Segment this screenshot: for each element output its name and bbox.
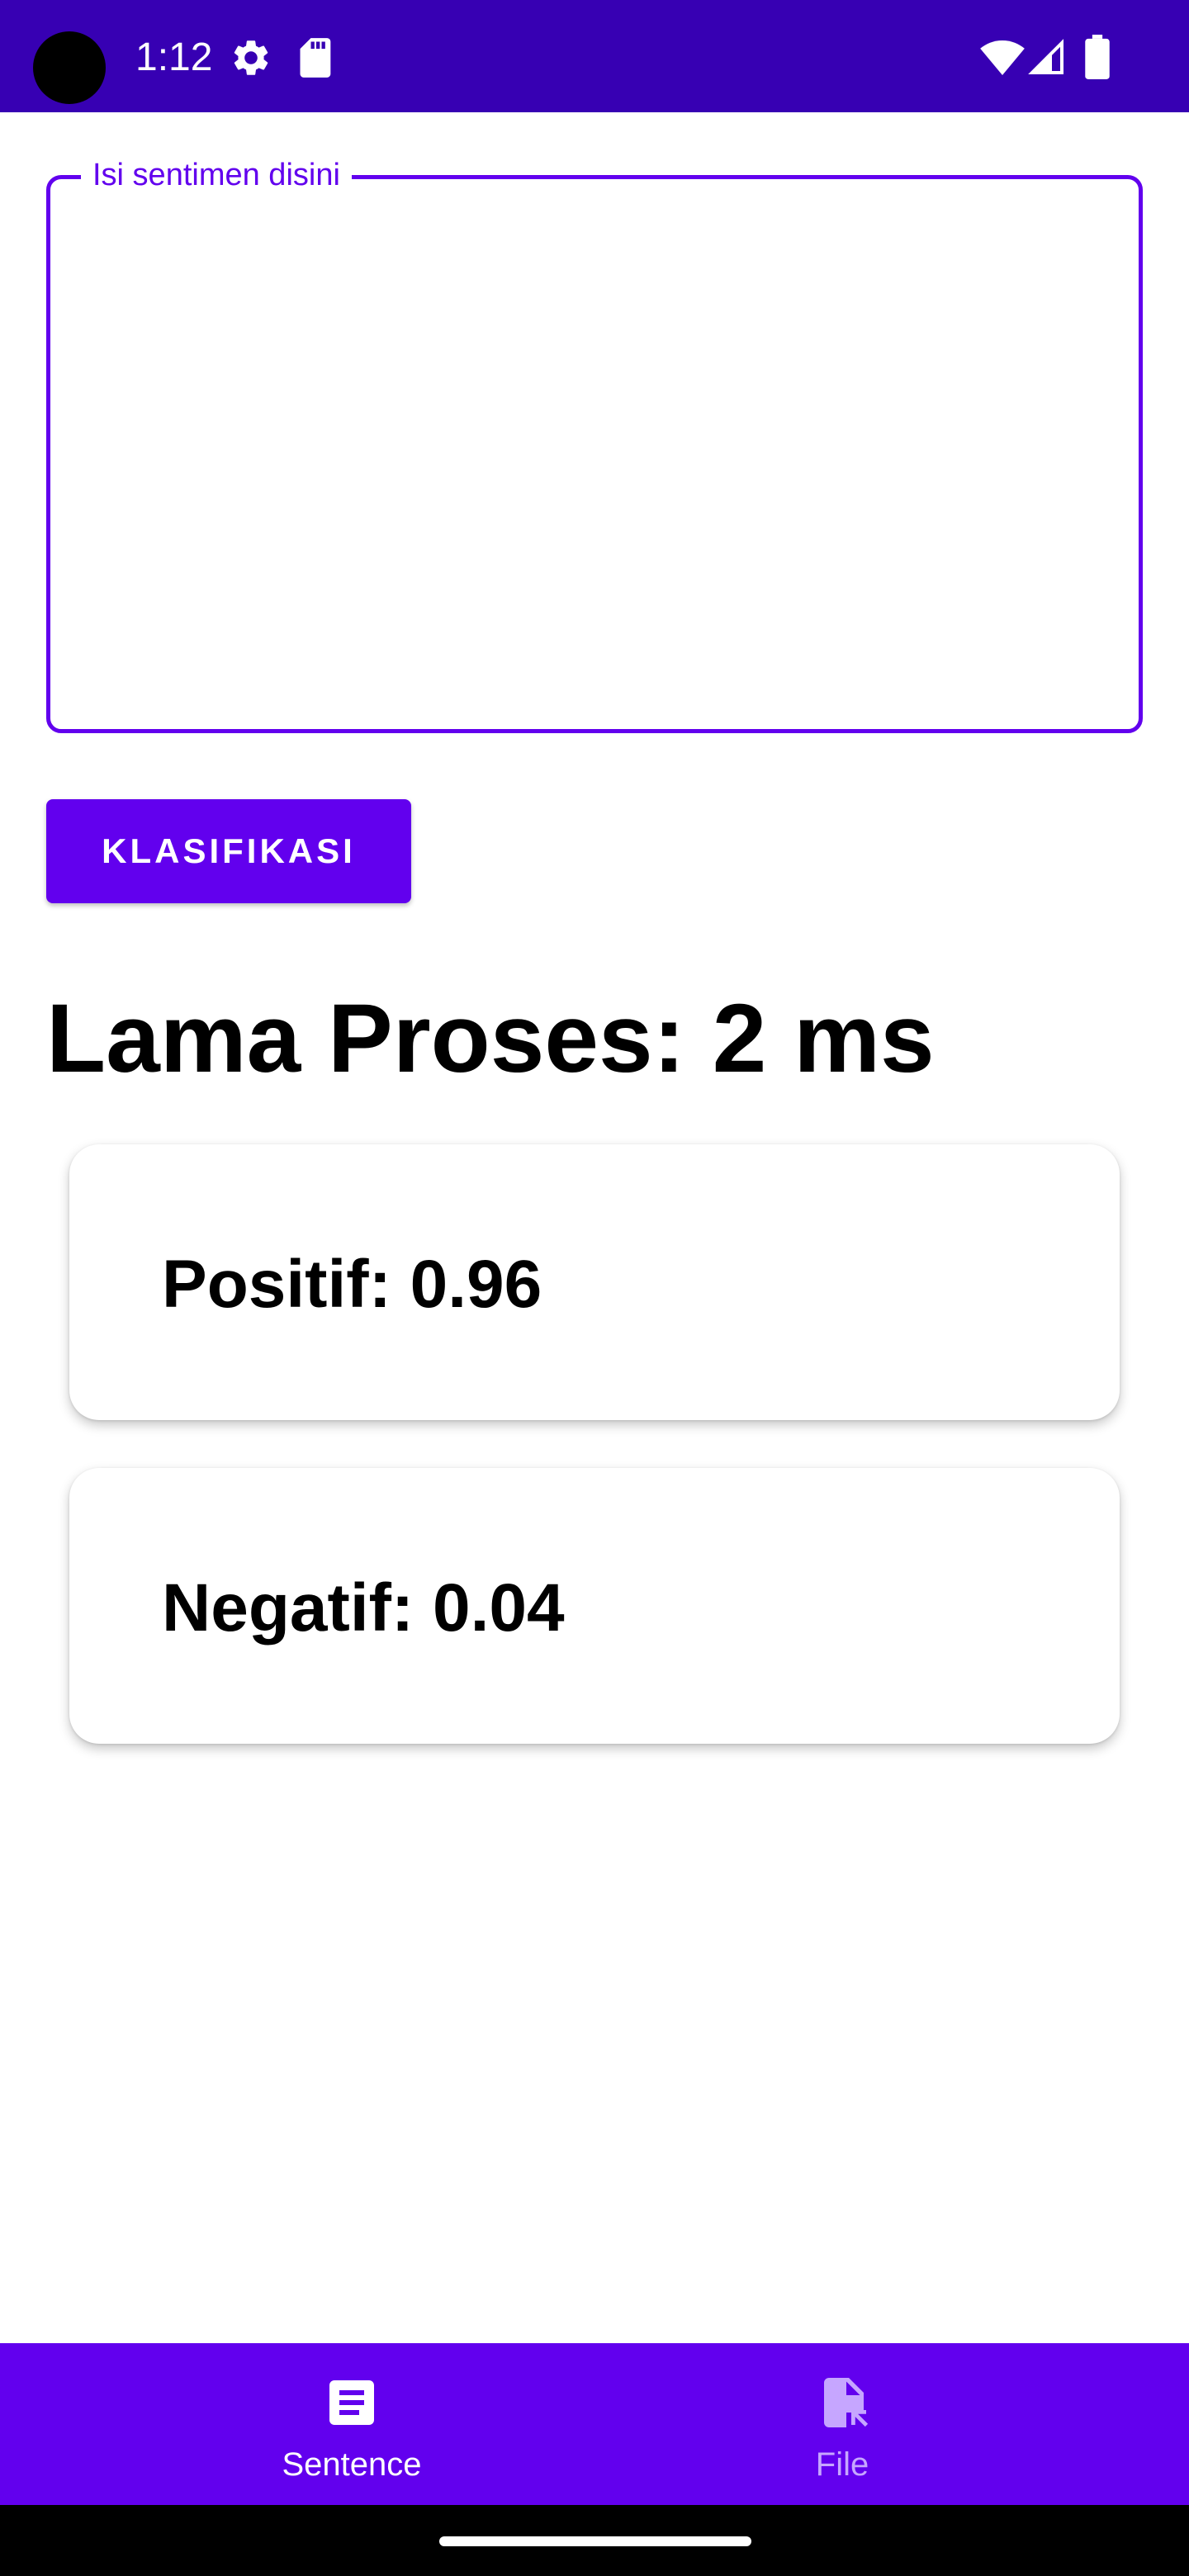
positive-score: Positif: 0.96 (162, 1247, 542, 1322)
document-text-icon (329, 2380, 374, 2425)
nav-item-file[interactable]: File (594, 2343, 1189, 2505)
status-time: 1:12 (135, 36, 213, 79)
bottom-navigation: Sentence File (0, 2343, 1189, 2505)
file-upload-icon (824, 2378, 869, 2427)
nav-item-sentence[interactable]: Sentence (0, 2343, 594, 2505)
negative-result-card: Negatif: 0.04 (69, 1468, 1120, 1744)
status-bar: 1:12 (0, 0, 1189, 112)
wifi-icon (980, 40, 1025, 75)
settings-icon (234, 40, 268, 75)
positive-result-card: Positif: 0.96 (69, 1144, 1120, 1420)
sentiment-input-label: Isi sentimen disini (81, 159, 352, 192)
negative-score: Negatif: 0.04 (162, 1570, 565, 1646)
sentiment-input[interactable] (70, 212, 1122, 711)
sentiment-input-field[interactable] (46, 175, 1143, 733)
sd-card-icon (300, 38, 331, 78)
home-indicator[interactable] (439, 2536, 751, 2546)
process-time-heading: Lama Proses: 2 ms (46, 984, 935, 1093)
battery-icon (1085, 35, 1110, 79)
classify-button[interactable]: KLASIFIKASI (46, 799, 411, 903)
signal-icon (1028, 39, 1063, 74)
system-navigation-bar (0, 2505, 1189, 2576)
nav-label-file: File (815, 2446, 869, 2483)
camera-cutout (33, 31, 106, 104)
